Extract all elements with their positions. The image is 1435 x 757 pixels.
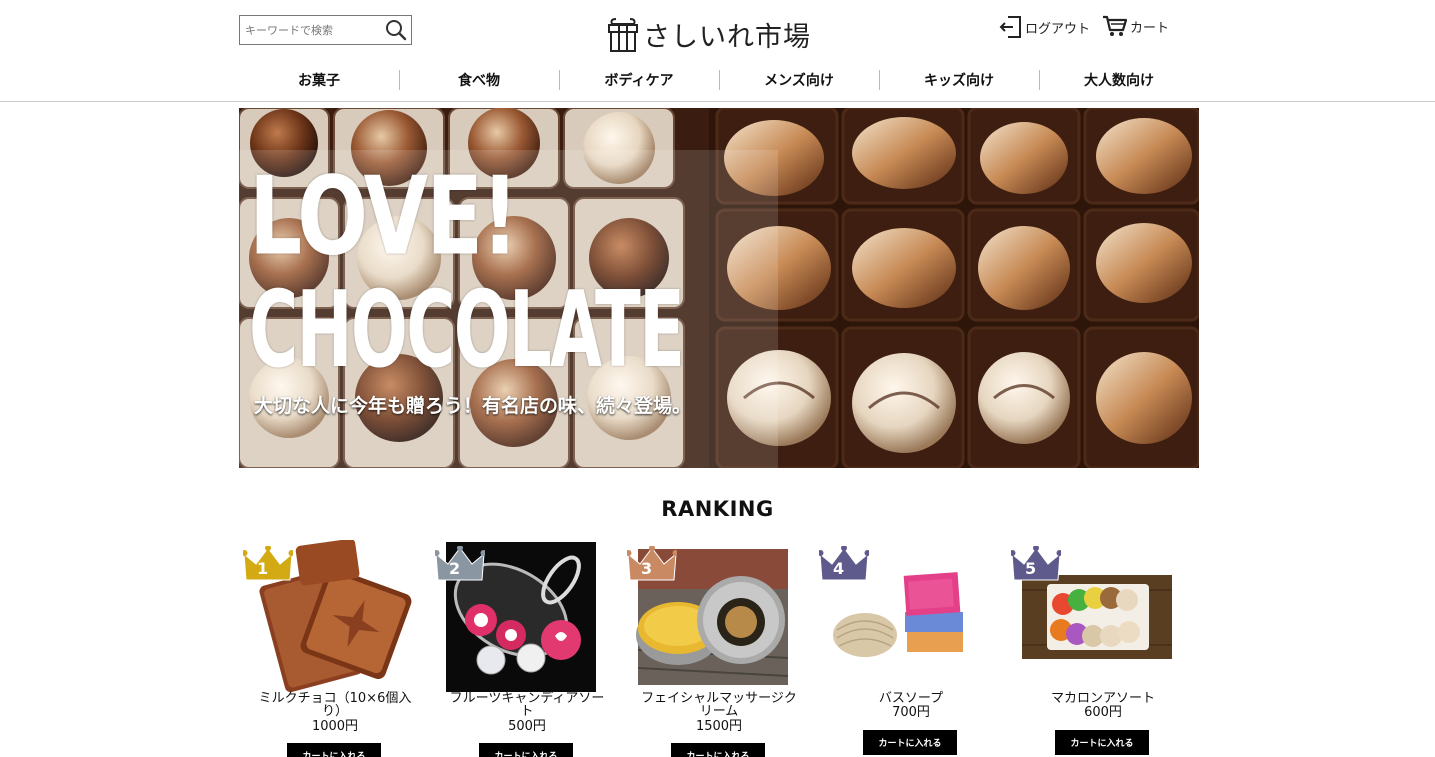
- logout-label: ログアウト: [1025, 21, 1091, 37]
- item-2-name[interactable]: フルーツキャンディアソート: [445, 692, 609, 718]
- ranking-item-3: 3 フェイシャルマッサージクリーム 1500円 カートに入れる: [623, 540, 815, 757]
- nav-item-sweets[interactable]: お菓子: [239, 64, 399, 96]
- nav-item-bodycare[interactable]: ボディケア: [559, 64, 719, 96]
- nav-item-food[interactable]: 食べ物: [399, 64, 559, 96]
- item-5-price: 600円: [1084, 705, 1122, 720]
- header-divider: [0, 101, 1435, 102]
- item-1-price: 1000円: [311, 719, 359, 734]
- ranking-title: RANKING: [661, 497, 774, 521]
- rank-3-number: 3: [641, 559, 653, 578]
- cart-icon: [1103, 15, 1128, 36]
- ranking-item-2: 2 フルーツキャンディアソート 500円 カートに入れる: [431, 540, 623, 757]
- item-4-price: 700円: [892, 705, 930, 720]
- item-5-name[interactable]: マカロンアソート: [1021, 692, 1185, 705]
- search-box: [239, 15, 412, 45]
- site-logo[interactable]: さしいれ市場: [607, 14, 811, 54]
- ranking-item-4: 4 バスソープ 700円 カートに入れる: [815, 540, 1007, 757]
- hero-banner[interactable]: LOVE! CHOCOLATE 大切な人に今年も贈ろう！有名店の味、続々登場。: [239, 108, 1199, 468]
- rank-2-number: 2: [449, 559, 461, 578]
- search-icon[interactable]: [385, 19, 407, 41]
- item-3-name[interactable]: フェイシャルマッサージクリーム: [637, 692, 801, 718]
- logo-text: さしいれ市場: [643, 21, 811, 53]
- rank-4-number: 4: [833, 559, 845, 578]
- search-input[interactable]: [240, 16, 380, 44]
- hero-headline-chocolate: CHOCOLATE: [249, 269, 685, 392]
- item-3-add-to-cart-button[interactable]: カートに入れる: [671, 743, 765, 757]
- cart-link[interactable]: カート: [1102, 14, 1169, 38]
- category-nav: お菓子 食べ物 ボディケア メンズ向け キッズ向け 大人数向け: [239, 64, 1199, 96]
- ranking-item-1: 1 ミルクチョコ（10×6個入り） 1000円 カートに入れる: [239, 540, 431, 757]
- nav-item-kids[interactable]: キッズ向け: [879, 64, 1039, 96]
- item-4-add-to-cart-button[interactable]: カートに入れる: [863, 730, 957, 755]
- item-3-price: 1500円: [695, 719, 743, 734]
- gift-icon: [608, 18, 638, 52]
- rank-5-number: 5: [1025, 559, 1037, 578]
- item-5-add-to-cart-button[interactable]: カートに入れる: [1055, 730, 1149, 755]
- cart-label: カート: [1130, 20, 1170, 36]
- hero-headline-love: LOVE!: [249, 155, 519, 280]
- hero-subtitle: 大切な人に今年も贈ろう！有名店の味、続々登場。: [254, 395, 692, 417]
- logout-link[interactable]: ログアウト: [999, 14, 1090, 40]
- nav-item-groups[interactable]: 大人数向け: [1039, 64, 1199, 96]
- item-2-add-to-cart-button[interactable]: カートに入れる: [479, 743, 573, 757]
- item-1-name[interactable]: ミルクチョコ（10×6個入り）: [253, 692, 417, 718]
- rank-1-number: 1: [257, 559, 269, 578]
- item-2-price: 500円: [508, 719, 546, 734]
- logout-icon: [999, 16, 1021, 38]
- ranking-item-5: 5 マカロンアソート 600円 カートに入れる: [1007, 540, 1199, 757]
- nav-item-mens[interactable]: メンズ向け: [719, 64, 879, 96]
- item-1-add-to-cart-button[interactable]: カートに入れる: [287, 743, 381, 757]
- item-4-name[interactable]: バスソープ: [829, 692, 993, 705]
